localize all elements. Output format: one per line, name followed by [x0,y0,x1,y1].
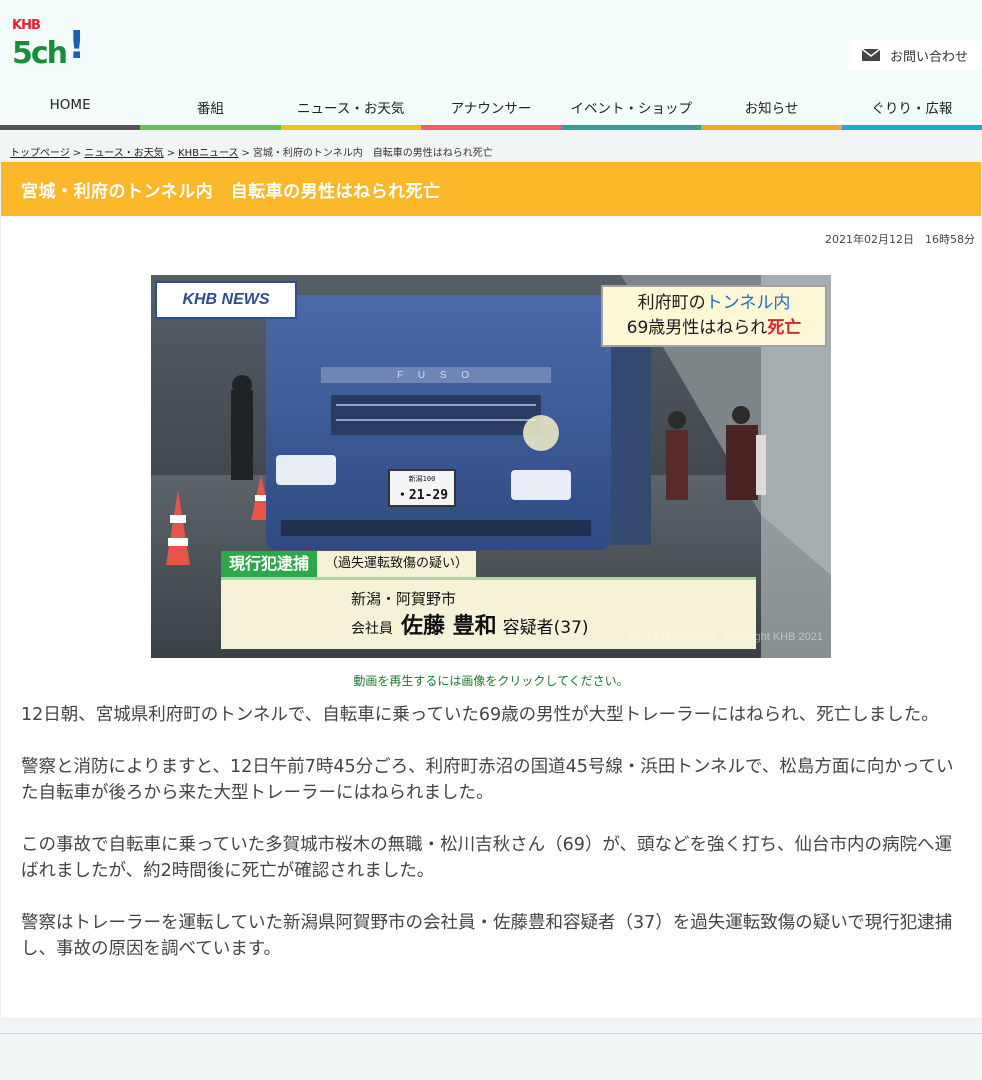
article-paragraph: 警察と消防によりますと、12日午前7時45分ごろ、利府町赤沼の国道45号線・浜田… [21,757,954,803]
suspect-place: 新潟・阿賀野市 [351,590,457,608]
nav-item-programs[interactable]: 番組 [140,90,281,130]
article-paragraph: 12日朝、宮城県利府町のトンネルで、自転車に乗っていた69歳の男性が大型トレーラ… [21,705,939,725]
nav-item-label: 番組 [196,101,224,117]
nav-color-bar [701,125,842,130]
arrest-note: （過失運転致傷の疑い） [317,551,477,577]
nav-item-label: アナウンサー [450,101,532,117]
video-thumbnail[interactable]: KHB NEWS 利府町のトンネル内 69歳男性はねられ死亡 新潟100 ・21… [151,275,831,658]
breadcrumb-separator: > [166,148,176,159]
nav-item-label: ニュース・お天気 [297,101,405,117]
arrest-label: 現行犯逮捕 [221,551,318,577]
truck-brand: F U S O [396,370,476,381]
nav-color-bar [841,125,982,130]
nav-item-gururi-pr[interactable]: ぐりり・広報 [841,90,982,130]
contact-label: お問い合わせ [889,49,968,65]
breadcrumb-link-khb-news[interactable]: KHBニュース [178,148,238,159]
nav-item-notices[interactable]: お知らせ [701,90,842,130]
license-plate: 新潟100 ・21-29 [389,470,455,506]
video-headline-telop: 利府町のトンネル内 69歳男性はねられ死亡 [601,285,827,347]
telop-line1-b: トンネル内 [705,293,791,313]
breadcrumb: トップページ > ニュース・お天気 > KHBニュース > 宮城・利府のトンネル内 自転車の… [10,144,493,159]
footer-divider [0,1033,982,1034]
nav-color-bar [561,125,702,130]
article-date: 2021年02月12日 16時58分 [825,233,975,246]
nav-item-home[interactable]: HOME [0,90,141,130]
telop-line2-a: 69歳男性はねられ [626,318,768,338]
breadcrumb-current: 宮城・利府のトンネル内 自転車の男性はねられ死亡 [252,148,493,159]
article-paragraph: 警察はトレーラーを運転していた新潟県阿賀野市の会社員・佐藤豊和容疑者（37）を過… [21,913,953,959]
logo-5ch-text: 5ch [12,36,68,71]
logo-exclamation: ! [68,23,86,67]
khb-news-logo: KHB NEWS [155,281,297,319]
license-plate-top: 新潟100 [408,474,436,483]
article-paragraph: この事故で自転車に乗っていた多賀城市桜木の無職・松川吉秋さん（69）が、頭などを… [21,835,953,881]
article-card: 宮城・利府のトンネル内 自転車の男性はねられ死亡 2021年02月12日 16時… [1,162,981,1018]
nav-color-bar [420,125,562,130]
article-body: 12日朝、宮城県利府町のトンネルで、自転車に乗っていた69歳の男性が大型トレーラ… [21,702,961,988]
telop-line1-a: 利府町の [637,293,706,313]
nav-item-label: お知らせ [744,101,799,117]
logo-khb-text: KHB [12,18,41,33]
site-logo[interactable]: KHB 5ch ! [12,18,86,72]
nav-color-bar [0,125,141,130]
breadcrumb-link-news-weather[interactable]: ニュース・お天気 [84,148,164,159]
nav-item-label: HOME [49,97,91,113]
telop-line2-b: 死亡 [767,318,802,338]
nav-color-bar [140,125,281,130]
main-nav: HOME 番組 ニュース・お天気 アナウンサー イベント・ショップ お知らせ ぐ… [0,90,982,130]
license-plate-main: ・21-29 [395,487,449,503]
video-copyright: All rights reserved. Copyright KHB 2021 [628,631,823,643]
suspect-name: 佐藤 豊和 [401,614,497,639]
contact-button[interactable]: お問い合わせ [849,40,981,70]
site-header: KHB 5ch ! お問い合わせ [0,0,982,90]
mail-icon [861,48,881,61]
suspect-suffix: 容疑者(37) [502,618,589,638]
breadcrumb-separator: > [241,148,250,159]
suspect-role: 会社員 [351,621,393,637]
nav-item-label: ぐりり・広報 [871,101,953,117]
breadcrumb-separator: > [72,148,82,159]
article-title: 宮城・利府のトンネル内 自転車の男性はねられ死亡 [1,162,981,216]
nav-item-events-shop[interactable]: イベント・ショップ [561,90,702,130]
nav-item-label: イベント・ショップ [570,101,693,117]
khb-news-logo-text: KHB NEWS [182,291,270,308]
nav-color-bar [280,125,421,130]
nav-item-announcers[interactable]: アナウンサー [420,90,562,130]
video-caption: 動画を再生するには画像をクリックしてください。 [353,674,629,688]
nav-item-news-weather[interactable]: ニュース・お天気 [280,90,421,130]
breadcrumb-link-top[interactable]: トップページ [10,148,70,159]
arrest-telop: 現行犯逮捕 （過失運転致傷の疑い） [221,551,477,577]
